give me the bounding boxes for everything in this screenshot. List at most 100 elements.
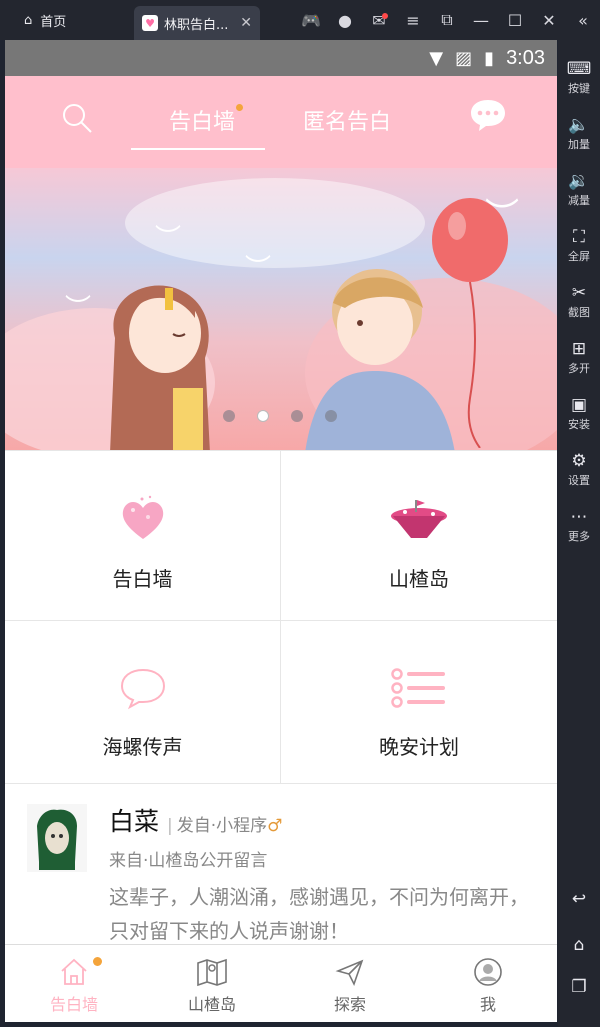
grid-item-hawthorn-island[interactable]: 山楂岛 [281, 451, 557, 621]
install-apk-button[interactable]: ▣ 安装 [558, 394, 600, 432]
settings-button[interactable]: ⚙ 设置 [558, 450, 600, 488]
grid-item-goodnight-plan[interactable]: 晚安计划 [281, 621, 557, 783]
nav-label: 山楂岛 [187, 995, 236, 1014]
nav-me[interactable]: 我 [419, 945, 557, 1022]
tab-anonymous-confession[interactable]: 匿名告白 [303, 104, 391, 136]
phone-screen: ▼ ▨ ▮ 3:03 告白墙 匿名告白 ︶ ︶ ︶ ︶ 告白墙 山楂岛 海螺传声… [5, 40, 557, 1022]
back-arrow-icon: ↩ [571, 889, 587, 909]
volume-up-icon: 🔈 [568, 115, 590, 135]
close-tab-icon[interactable]: ✕ [240, 15, 252, 31]
clock: 3:03 [506, 46, 545, 69]
app-tab[interactable]: ♥ 林职告白... ✕ [134, 6, 260, 40]
carousel-dot[interactable] [223, 410, 235, 422]
home-nav-button[interactable]: ⌂ [558, 934, 600, 956]
android-home-icon: ⌂ [573, 935, 585, 955]
feature-grid: 告白墙 山楂岛 海螺传声 晚安计划 [5, 450, 557, 784]
back-button[interactable]: ↩ [558, 888, 600, 910]
nav-badge [93, 957, 102, 966]
bird-decoration: ︶ [155, 224, 182, 254]
volume-down-button[interactable]: 🔉 减量 [558, 170, 600, 208]
nav-explore[interactable]: 探索 [281, 945, 419, 1022]
speech-bubble-icon [118, 661, 168, 715]
app-favicon-icon: ♥ [142, 15, 158, 31]
search-icon[interactable] [61, 102, 93, 134]
keyboard-icon: ⌨ [566, 59, 592, 79]
emulator-side-panel: ⌨ 按键 🔈 加量 🔉 减量 ⛶ 全屏 ✂ 截图 ⊞ 多开 ▣ 安装 ⚙ 设置 ⋯ 更多 ↩ ⌂ … [558, 40, 600, 1027]
post-source: | 发自·小程序♂ [167, 816, 283, 836]
nav-hawthorn-island[interactable]: 山楂岛 [143, 945, 281, 1022]
carousel-dot-active[interactable] [257, 410, 269, 422]
app-header: 告白墙 匿名告白 [5, 76, 557, 168]
pink-heart-icon [118, 493, 168, 547]
battery-icon: ▮ [484, 47, 495, 69]
grid-item-label: 晚安计划 [379, 735, 459, 759]
home-icon: ⌂ [24, 12, 33, 28]
more-icon: ⋯ [570, 507, 588, 527]
no-sim-icon: ▨ [455, 47, 473, 69]
nav-label: 告白墙 [49, 995, 98, 1014]
minimize-icon[interactable]: — [464, 11, 498, 30]
banner-carousel[interactable]: ︶ ︶ ︶ ︶ [5, 168, 557, 450]
post-source-text: 发自·小程序 [176, 816, 268, 836]
app-tab-label: 林职告白... [164, 17, 229, 33]
volume-up-button[interactable]: 🔈 加量 [558, 114, 600, 152]
account-icon[interactable]: ● [328, 11, 362, 30]
tab-confession-wall[interactable]: 告白墙 [169, 104, 244, 136]
list-icon [391, 661, 447, 715]
carousel-dot[interactable] [291, 410, 303, 422]
grid-item-label: 山楂岛 [389, 567, 449, 591]
multi-instance-button[interactable]: ⊞ 多开 [558, 338, 600, 376]
fullscreen-icon: ⛶ [573, 227, 585, 247]
carousel-dots [223, 410, 337, 422]
profile-icon [474, 958, 502, 986]
nav-label: 我 [479, 995, 496, 1014]
nav-confession-wall[interactable]: 告白墙 [5, 945, 143, 1022]
message-card[interactable]: 白菜 | 发自·小程序♂ 来自·山楂岛公开留言 这辈子，人潮汹涌，感谢遇见，不问为… [5, 784, 557, 946]
grid-item-conch-voice[interactable]: 海螺传声 [5, 621, 281, 783]
send-icon [335, 959, 364, 987]
volume-down-icon: 🔉 [568, 171, 590, 191]
keyboard-button[interactable]: ⌨ 按键 [558, 58, 600, 96]
fullscreen-button[interactable]: ⛶ 全屏 [558, 226, 600, 264]
mail-icon[interactable]: ✉ [362, 11, 396, 30]
home-tab[interactable]: ⌂ 首页 [0, 0, 120, 40]
settings-icon: ⚙ [571, 451, 587, 471]
grid-item-confession-wall[interactable]: 告白墙 [5, 451, 281, 621]
balloon-illustration [432, 198, 508, 448]
wifi-icon: ▼ [429, 47, 444, 69]
map-icon [197, 958, 227, 987]
author-name[interactable]: 白菜 [109, 802, 159, 838]
menu-icon[interactable]: ≡ [396, 11, 430, 30]
nav-label: 探索 [333, 995, 366, 1014]
emulator-title-bar: ⌂ 首页 ♥ 林职告白... ✕ 🎮 ● ✉ ≡ ⧉ — ☐ ✕ « [0, 0, 600, 40]
active-tab-indicator [131, 148, 265, 150]
avatar[interactable] [27, 804, 87, 872]
post-body: 这辈子，人潮汹涌，感谢遇见，不问为何离开，只对留下来的人说声谢谢！ [109, 885, 529, 943]
close-window-icon[interactable]: ✕ [532, 11, 566, 30]
scissors-icon: ✂ [571, 283, 587, 303]
bird-decoration: ︶ [245, 254, 272, 284]
gamepad-icon[interactable]: 🎮 [294, 11, 328, 30]
home-tab-label: 首页 [40, 14, 67, 30]
collapse-sidebar-icon[interactable]: « [566, 11, 600, 30]
home-icon [61, 958, 87, 985]
screenshot-button[interactable]: ✂ 截图 [558, 282, 600, 320]
chat-icon[interactable] [469, 98, 507, 132]
maximize-icon[interactable]: ☐ [498, 11, 532, 30]
post-origin: 来自·山楂岛公开留言 [109, 851, 268, 871]
grid-item-label: 告白墙 [112, 567, 173, 591]
status-bar: ▼ ▨ ▮ 3:03 [5, 40, 557, 76]
male-icon: ♂ [267, 816, 283, 836]
girl-illustration [110, 285, 210, 450]
bird-decoration: ︶ [65, 294, 92, 324]
grid-item-label: 海螺传声 [102, 735, 183, 759]
more-button[interactable]: ⋯ 更多 [558, 506, 600, 544]
carousel-dot[interactable] [325, 410, 337, 422]
restore-window-icon[interactable]: ⧉ [430, 10, 464, 30]
floating-island-icon [387, 493, 451, 547]
apk-install-icon: ▣ [570, 395, 588, 415]
bottom-navigation: 告白墙 山楂岛 探索 我 [5, 944, 557, 1022]
multi-instance-icon: ⊞ [571, 339, 587, 359]
recents-icon: ❐ [571, 977, 587, 997]
recents-button[interactable]: ❐ [558, 976, 600, 998]
